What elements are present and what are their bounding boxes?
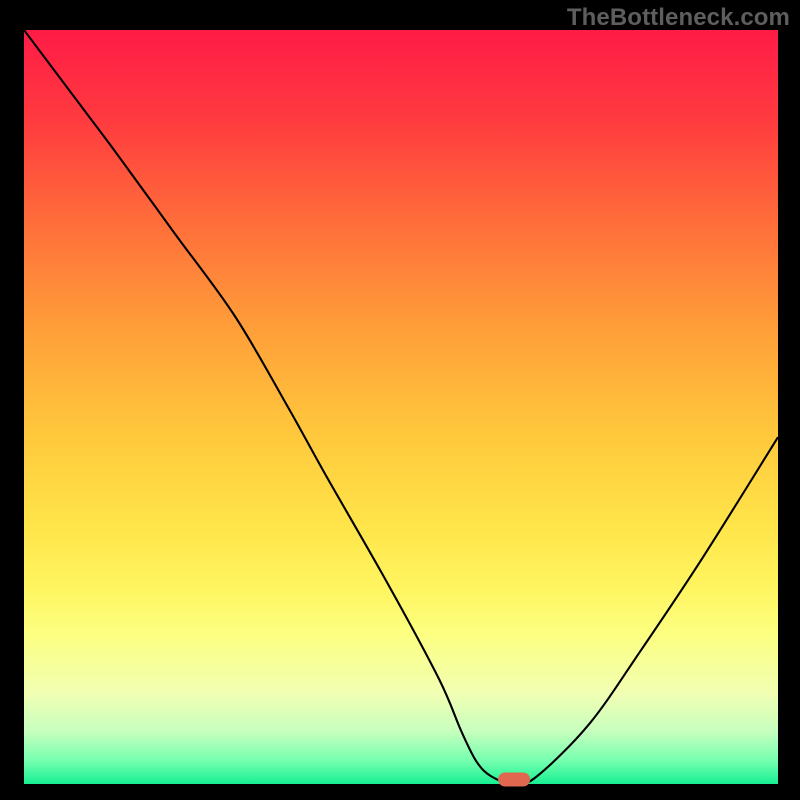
- watermark-text: TheBottleneck.com: [567, 4, 790, 32]
- bottleneck-curve: [24, 30, 778, 784]
- optimum-marker: [498, 773, 530, 787]
- plot-area: [24, 30, 778, 784]
- curve-svg: [24, 30, 778, 784]
- chart-frame: TheBottleneck.com: [0, 0, 800, 800]
